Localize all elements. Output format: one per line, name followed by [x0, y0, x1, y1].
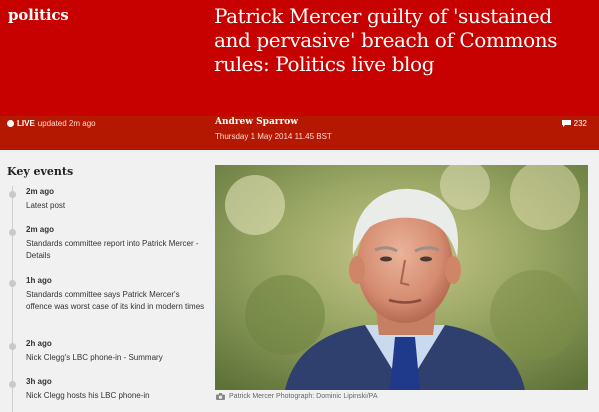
article-main-photo	[215, 165, 588, 390]
event-time: 2h ago	[26, 339, 52, 348]
event-link[interactable]: Latest post	[26, 200, 206, 212]
key-events-panel: Key events 2m ago Latest post 2m ago Sta…	[0, 150, 210, 412]
timeline-dot-icon	[9, 229, 16, 236]
event-link[interactable]: Nick Clegg hosts his LBC phone-in	[26, 390, 206, 402]
event-link[interactable]: Standards committee report into Patrick …	[26, 238, 206, 262]
publish-date: Thursday 1 May 2014 11.45 BST	[215, 132, 332, 141]
event-time: 2m ago	[26, 225, 55, 234]
comments-link[interactable]: 232	[561, 119, 587, 128]
timeline-dot-icon	[9, 280, 16, 287]
updated-time: updated 2m ago	[37, 118, 96, 128]
speech-bubble-icon	[561, 120, 571, 127]
article-meta-bar: LIVE updated 2m ago Andrew Sparrow Thurs…	[0, 116, 599, 150]
event-time: 1h ago	[26, 276, 52, 285]
event-time: 3h ago	[26, 377, 52, 386]
timeline-line	[12, 186, 13, 412]
event-time: 2m ago	[26, 187, 55, 196]
camera-icon	[216, 393, 225, 400]
live-indicator: LIVE updated 2m ago	[7, 116, 96, 130]
author-link[interactable]: Andrew Sparrow	[215, 117, 298, 127]
timeline-dot-icon	[9, 191, 16, 198]
caption-text: Patrick Mercer Photograph: Dominic Lipin…	[229, 393, 378, 400]
timeline-dot-icon	[9, 343, 16, 350]
page-header: politics Patrick Mercer guilty of 'susta…	[0, 0, 599, 116]
page-title: Patrick Mercer guilty of 'sustained and …	[214, 4, 558, 76]
portrait-photo-illustration	[215, 165, 588, 390]
live-dot-icon	[7, 119, 14, 127]
timeline-dot-icon	[9, 381, 16, 388]
comments-count: 232	[573, 119, 587, 128]
event-link[interactable]: Nick Clegg's LBC phone-in - Summary	[26, 352, 206, 364]
live-label: LIVE	[17, 118, 35, 128]
section-link-politics[interactable]: politics	[8, 6, 69, 24]
key-events-title: Key events	[7, 165, 74, 178]
event-link[interactable]: Standards committee says Patrick Mercer'…	[26, 289, 206, 313]
photo-caption: Patrick Mercer Photograph: Dominic Lipin…	[216, 393, 377, 400]
